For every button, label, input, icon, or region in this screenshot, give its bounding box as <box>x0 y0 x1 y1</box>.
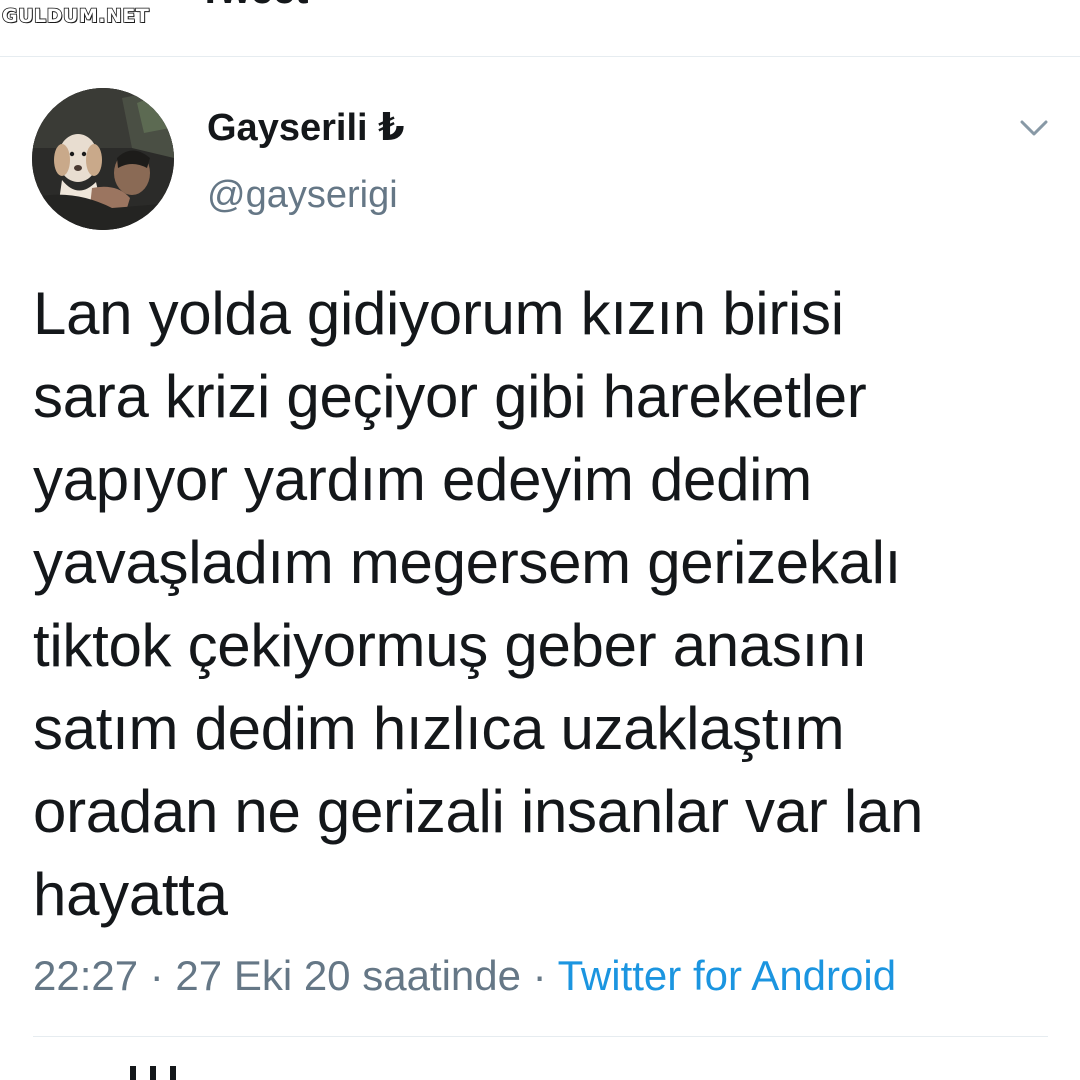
tweet-text: Lan yolda gidiyorum kızın birisi sara kr… <box>33 272 1048 936</box>
tweet-timestamp: 22:27 · 27 Eki 20 saatinde · <box>33 952 547 999</box>
display-name[interactable]: Gayserili ₺ <box>207 104 405 152</box>
site-watermark: GULDUM.NET <box>1 4 150 28</box>
tweet-line: sara krizi geçiyor gibi hareketler <box>33 363 867 430</box>
stats-row-cutoff <box>130 1066 250 1080</box>
tweet-line: oradan ne gerizali insanlar var lan <box>33 778 924 845</box>
tweet-line: yavaşladım megersem gerizekalı <box>33 529 902 596</box>
top-header: GULDUM.NET Tweet <box>0 0 1080 57</box>
tweet-screen: GULDUM.NET Tweet Gayserili ₺ @gayserigi <box>0 0 1080 1080</box>
tweet-meta: 22:27 · 27 Eki 20 saatinde · Twitter for… <box>33 948 896 1004</box>
tweet-line: tiktok çekiyormuş geber anasını <box>33 612 868 679</box>
profile-photo-image <box>32 88 174 230</box>
tweet-line: Lan yolda gidiyorum kızın birisi <box>33 280 844 347</box>
tweet-line: yapıyor yardım edeyim dedim <box>33 446 812 513</box>
user-handle[interactable]: @gayserigi <box>207 171 398 219</box>
tweet-line: satım dedim hızlıca uzaklaştım <box>33 695 845 762</box>
avatar[interactable] <box>32 88 174 230</box>
tweet-line: hayatta <box>33 861 228 928</box>
chevron-down-icon[interactable] <box>1014 110 1054 146</box>
tweet-source-link[interactable]: Twitter for Android <box>558 952 896 999</box>
divider <box>33 1036 1048 1037</box>
page-title: Tweet <box>198 0 308 10</box>
